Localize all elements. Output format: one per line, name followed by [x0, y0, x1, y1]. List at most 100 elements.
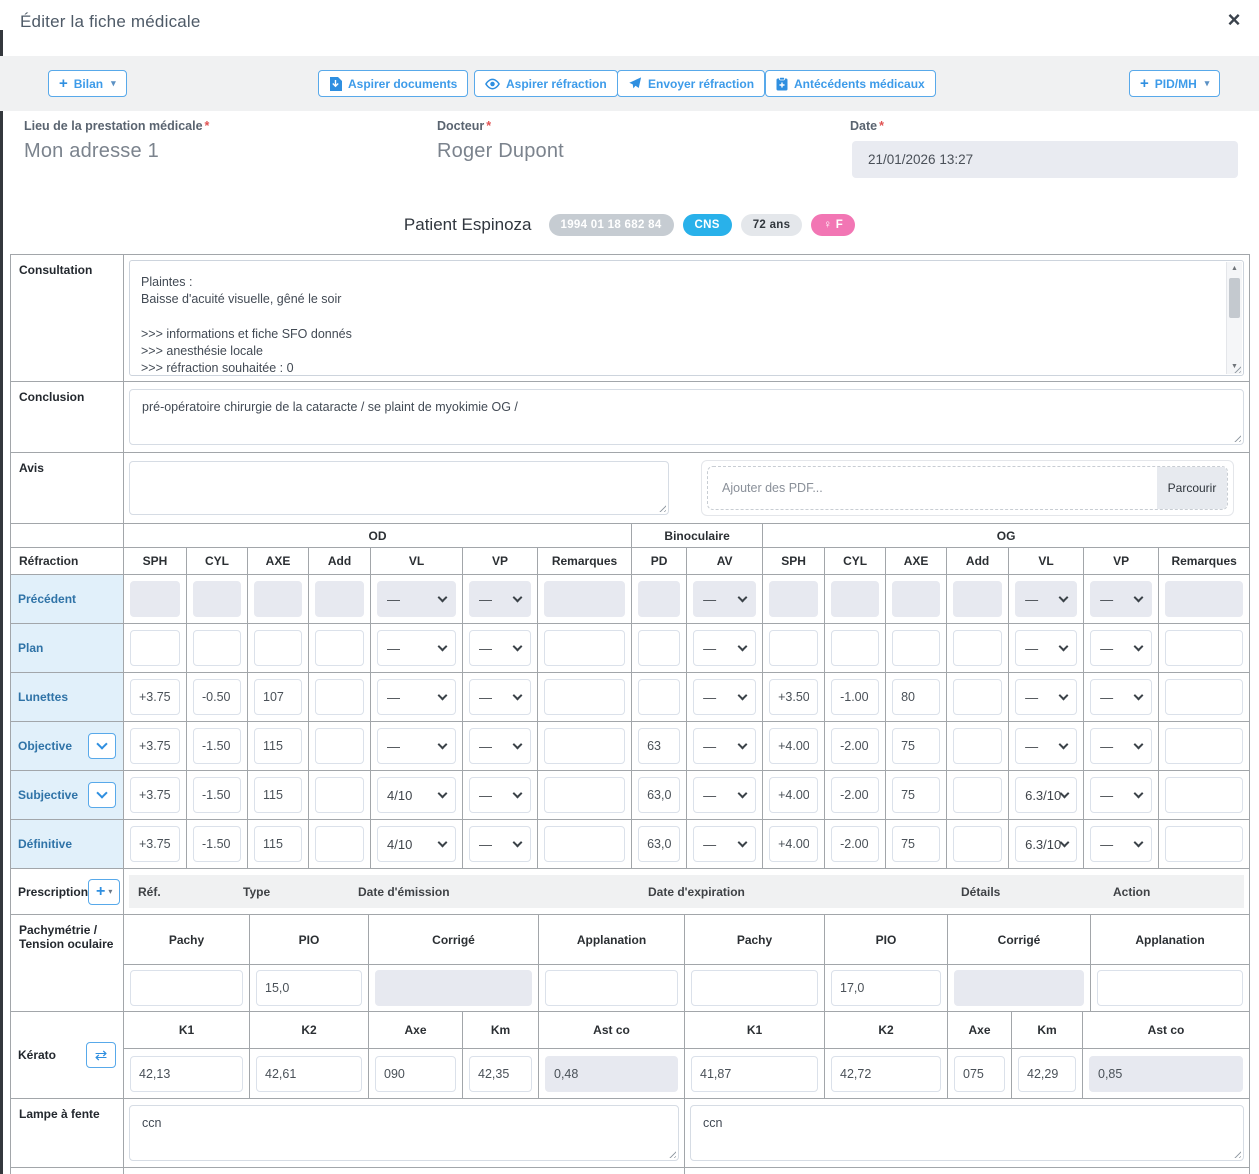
sph-input[interactable] [130, 777, 180, 813]
vp-select[interactable]: — [1090, 630, 1152, 666]
conclusion-textarea[interactable]: pré-opératoire chirurgie de la cataracte… [129, 389, 1244, 445]
add-input[interactable] [953, 826, 1002, 862]
vl-select[interactable]: — [377, 581, 456, 617]
axe-input[interactable] [892, 630, 940, 666]
add-input[interactable] [315, 826, 364, 862]
k1-od-input[interactable] [130, 1056, 243, 1092]
cyl-input[interactable] [193, 777, 241, 813]
date-input[interactable] [852, 141, 1238, 178]
axe-input[interactable] [892, 581, 940, 617]
add-input[interactable] [315, 679, 364, 715]
add-prescription-button[interactable]: +▾ [88, 879, 120, 905]
swap-kerato-button[interactable]: ⇄ [86, 1042, 116, 1068]
vl-select[interactable]: — [377, 728, 456, 764]
vp-select[interactable]: — [1090, 581, 1152, 617]
resize-handle[interactable] [657, 503, 666, 512]
cyl-input[interactable] [831, 679, 879, 715]
remarques-input[interactable] [1165, 679, 1243, 715]
axe-input[interactable] [254, 826, 302, 862]
vp-select[interactable]: — [1090, 679, 1152, 715]
pd-input[interactable] [638, 679, 680, 715]
add-input[interactable] [953, 581, 1002, 617]
sph-input[interactable] [130, 728, 180, 764]
vp-select[interactable]: — [469, 679, 531, 715]
add-input[interactable] [315, 728, 364, 764]
pd-input[interactable] [638, 777, 680, 813]
remarques-input[interactable] [544, 679, 625, 715]
vp-select[interactable]: — [469, 630, 531, 666]
vl-select[interactable]: — [1015, 679, 1077, 715]
cyl-input[interactable] [193, 826, 241, 862]
sph-input[interactable] [130, 581, 180, 617]
pd-input[interactable] [638, 630, 680, 666]
scrollbar[interactable]: ▲ ▼ [1226, 262, 1242, 374]
docteur-value[interactable]: Roger Dupont [437, 140, 564, 163]
remarques-input[interactable] [544, 728, 625, 764]
k1-og-input[interactable] [691, 1056, 818, 1092]
av-select[interactable]: — [693, 728, 756, 764]
consultation-textarea[interactable]: Plaintes : Baisse d'acuité visuelle, gên… [129, 260, 1244, 376]
km-og-input[interactable] [1018, 1056, 1076, 1092]
applanation-og-input[interactable] [1097, 970, 1243, 1006]
sph-input[interactable] [769, 581, 818, 617]
cyl-input[interactable] [831, 581, 879, 617]
envoyer-refraction-button[interactable]: Envoyer réfraction [617, 70, 765, 97]
add-input[interactable] [953, 679, 1002, 715]
axe-input[interactable] [254, 581, 302, 617]
vl-select[interactable]: 6.3/10 [1015, 777, 1077, 813]
vl-select[interactable]: — [377, 630, 456, 666]
close-button[interactable]: × [1220, 6, 1248, 34]
remarques-input[interactable] [1165, 630, 1243, 666]
browse-button[interactable]: Parcourir [1157, 467, 1227, 509]
pio-og-input[interactable] [831, 970, 941, 1006]
add-input[interactable] [315, 630, 364, 666]
remarques-input[interactable] [544, 630, 625, 666]
expand-objective-button[interactable] [88, 733, 116, 759]
cyl-input[interactable] [831, 826, 879, 862]
cyl-input[interactable] [831, 777, 879, 813]
remarques-input[interactable] [1165, 777, 1243, 813]
cyl-input[interactable] [831, 630, 879, 666]
av-select[interactable]: — [693, 777, 756, 813]
astco-od-input[interactable] [545, 1056, 678, 1092]
vp-select[interactable]: — [469, 581, 531, 617]
pd-input[interactable] [638, 581, 680, 617]
sph-input[interactable] [130, 630, 180, 666]
remarques-input[interactable] [544, 826, 625, 862]
axe-input[interactable] [892, 826, 940, 862]
pid-mh-button[interactable]: + PID/MH ▾ [1129, 70, 1220, 97]
sph-input[interactable] [769, 728, 818, 764]
corrige-og-input[interactable] [954, 970, 1084, 1006]
axe-input[interactable] [254, 679, 302, 715]
vl-select[interactable]: — [1015, 581, 1077, 617]
k2-og-input[interactable] [831, 1056, 941, 1092]
lampe-od-textarea[interactable]: ccn [129, 1105, 679, 1161]
resize-handle[interactable] [1232, 433, 1241, 442]
axe-input[interactable] [892, 679, 940, 715]
pio-od-input[interactable] [256, 970, 362, 1006]
av-select[interactable]: — [693, 630, 756, 666]
resize-handle[interactable] [1232, 1149, 1241, 1158]
vl-select[interactable]: 4/10 [377, 826, 456, 862]
remarques-input[interactable] [1165, 728, 1243, 764]
axe-input[interactable] [254, 728, 302, 764]
axe-input[interactable] [254, 630, 302, 666]
vl-select[interactable]: — [1015, 630, 1077, 666]
pd-input[interactable] [638, 826, 680, 862]
vp-select[interactable]: — [1090, 777, 1152, 813]
lieu-value[interactable]: Mon adresse 1 [24, 140, 159, 163]
lampe-og-textarea[interactable]: ccn [690, 1105, 1244, 1161]
aspirer-documents-button[interactable]: Aspirer documents [318, 70, 468, 97]
pdf-dropzone[interactable]: Ajouter des PDF... Parcourir [707, 466, 1228, 510]
vp-select[interactable]: — [1090, 728, 1152, 764]
sph-input[interactable] [130, 826, 180, 862]
av-select[interactable]: — [693, 826, 756, 862]
cyl-input[interactable] [193, 581, 241, 617]
sph-input[interactable] [769, 630, 818, 666]
remarques-input[interactable] [1165, 826, 1243, 862]
applanation-od-input[interactable] [545, 970, 678, 1006]
vl-select[interactable]: 4/10 [377, 777, 456, 813]
vp-select[interactable]: — [469, 826, 531, 862]
cyl-input[interactable] [193, 679, 241, 715]
astco-og-input[interactable] [1089, 1056, 1243, 1092]
